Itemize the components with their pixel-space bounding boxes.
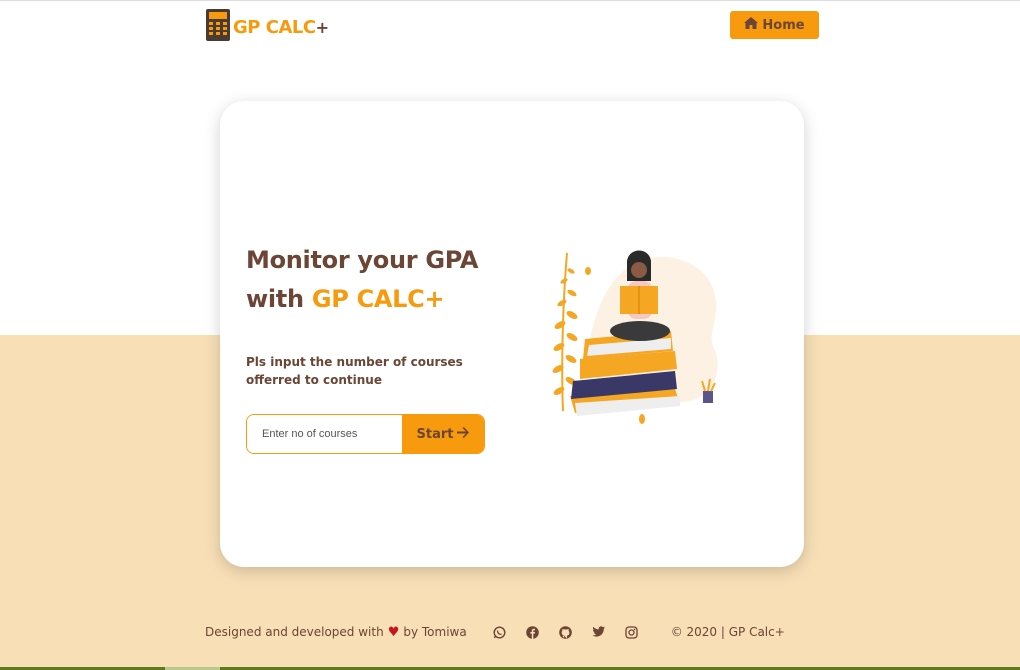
home-label: Home (762, 17, 805, 33)
social-links (493, 625, 658, 639)
hero-card: Monitor your GPA with GP CALC+ Pls input… (220, 101, 804, 567)
hero-headline: Monitor your GPA with GP CALC+ (246, 241, 506, 319)
course-count-input[interactable] (247, 415, 402, 453)
logo[interactable]: GP CALC+ (206, 9, 329, 45)
facebook-icon[interactable] (526, 625, 540, 639)
logo-name: GP CALC (233, 16, 316, 38)
logo-text: GP CALC+ (233, 16, 329, 38)
reading-illustration (525, 241, 725, 445)
credit-prefix: Designed and developed with (205, 625, 384, 639)
credit: Designed and developed with ♥ by Tomiwa (205, 625, 467, 640)
course-form: Start (246, 414, 485, 454)
calculator-icon (206, 9, 230, 45)
heart-icon: ♥ (387, 624, 400, 640)
site-footer: Designed and developed with ♥ by Tomiwa … (205, 623, 805, 641)
home-button[interactable]: Home (730, 11, 819, 39)
twitter-icon[interactable] (592, 625, 606, 639)
instagram-icon[interactable] (625, 625, 639, 639)
arrow-right-icon (457, 426, 470, 442)
headline-line1: Monitor your GPA (246, 246, 479, 274)
credit-suffix: by Tomiwa (403, 625, 467, 639)
top-border (0, 0, 1020, 1)
whatsapp-icon[interactable] (493, 625, 507, 639)
headline-with: with (246, 285, 312, 313)
headline-brand: GP CALC+ (311, 285, 445, 313)
start-button[interactable]: Start (402, 415, 484, 453)
start-label: Start (416, 426, 454, 442)
github-icon[interactable] (559, 625, 573, 639)
home-icon (744, 17, 762, 33)
copyright-text: © 2020 | GP Calc+ (670, 625, 785, 639)
instruction-text: Pls input the number of courses offerred… (246, 355, 463, 387)
logo-plus: + (315, 17, 329, 37)
